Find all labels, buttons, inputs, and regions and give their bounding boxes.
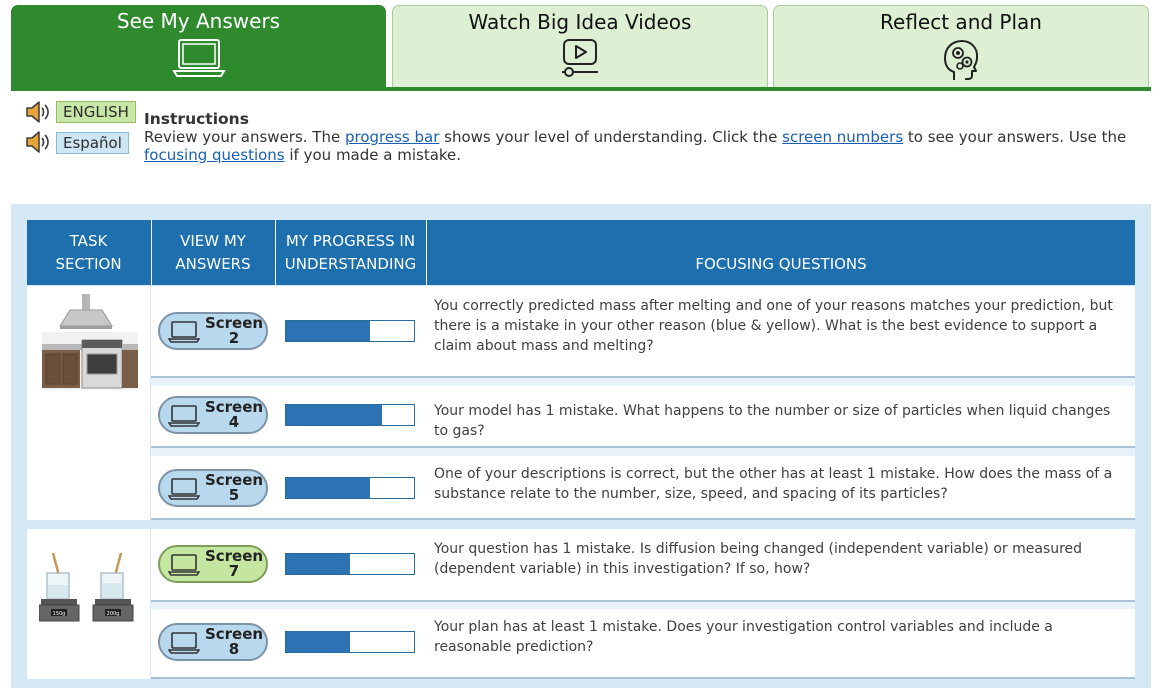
progress-bar [285,477,415,499]
instructions-text: to see your answers. Use the [903,128,1127,146]
laptop-icon [168,478,200,500]
progress-bar [285,320,415,342]
header-text: MY PROGRESS IN [285,232,416,250]
tab-label: Reflect and Plan [880,10,1042,34]
focusing-questions-link[interactable]: focusing questions [144,146,285,164]
progress-fill [286,632,350,652]
header-text: SECTION [55,255,122,273]
screen-label: Screen 2 [204,316,264,346]
table-row: Screen 5 One of your descriptions is corr… [151,456,1135,520]
spanish-button[interactable]: Español [56,132,129,154]
task-section-1: Screen 2 You correctly predicted mass aft… [27,286,1135,520]
scale-label: 150g [53,611,66,617]
screen-number: 8 [228,640,240,658]
tab-label: See My Answers [116,9,281,33]
focusing-question: Your plan has at least 1 mistake. Does y… [434,619,1053,655]
laptop-icon [168,405,200,427]
focusing-question: Your question has 1 mistake. Is diffusio… [434,541,1083,577]
screen-8-button[interactable]: Screen 8 [158,623,268,661]
progress-fill [286,405,382,425]
progress-bar [285,404,415,426]
scale-label: 200g [107,611,120,617]
header-text: TASK [69,232,108,250]
instructions-text: if you made a mistake. [284,146,462,164]
header-text: ANSWERS [175,255,251,273]
screen-label: Screen 5 [204,473,264,503]
table-row: Screen 7 Your question has 1 mistake. Is … [151,529,1135,602]
task-section-2: 150g 200g Screen 7 Your question has 1 mi [27,529,1135,679]
instructions-text: shows your level of understanding. Click… [439,128,783,146]
laptop-icon [168,321,200,343]
task-image-cell: 150g 200g [27,529,151,679]
progress-fill [286,554,350,574]
instructions-text: Review your answers. The [144,128,345,146]
tab-watch-big-idea-videos[interactable]: Watch Big Idea Videos [392,5,768,87]
english-button[interactable]: ENGLISH [56,101,136,123]
tab-see-my-answers[interactable]: See My Answers [11,5,386,87]
laptop-icon [168,632,200,654]
header-text: UNDERSTANDING [284,255,417,273]
screen-number: 4 [228,413,240,431]
screen-2-button[interactable]: Screen 2 [158,312,268,350]
laptop-icon [168,554,200,576]
screen-4-button[interactable]: Screen 4 [158,396,268,434]
progress-bar [285,553,415,575]
progress-bar [285,631,415,653]
laptop-icon [171,39,226,77]
table-row: Screen 2 You correctly predicted mass aft… [151,286,1135,378]
header-my-progress: MY PROGRESS IN UNDERSTANDING [275,220,425,285]
table-header: TASK SECTION VIEW MY ANSWERS MY PROGRESS… [27,220,1135,285]
speaker-icon[interactable] [24,130,52,154]
tab-label: Watch Big Idea Videos [468,10,692,34]
tab-bar: See My Answers Watch Big Idea Videos Ref… [11,5,1151,91]
screen-number: 5 [228,486,240,504]
header-focusing-questions: FOCUSING QUESTIONS [426,220,1135,285]
answers-panel: TASK SECTION VIEW MY ANSWERS MY PROGRESS… [11,204,1151,688]
screen-numbers-link[interactable]: screen numbers [782,128,903,146]
beakers-on-scales-icon: 150g 200g [39,552,134,622]
screen-label: Screen 8 [204,627,264,657]
screen-5-button[interactable]: Screen 5 [158,469,268,507]
header-view-my-answers: VIEW MY ANSWERS [151,220,274,285]
progress-fill [286,321,371,341]
screen-number: 7 [228,562,240,580]
focusing-question: Your model has 1 mistake. What happens t… [434,403,1111,439]
focusing-question: One of your descriptions is correct, but… [434,466,1113,502]
kitchen-stove-icon [42,294,138,390]
tab-reflect-and-plan[interactable]: Reflect and Plan [773,5,1149,87]
screen-number: 2 [228,329,240,347]
speaker-icon[interactable] [24,100,52,124]
progress-bar-link[interactable]: progress bar [345,128,439,146]
tab-underline [11,87,1151,91]
instructions: Instructions Review your answers. The pr… [144,110,1134,164]
header-task-section: TASK SECTION [27,220,150,285]
video-play-icon [562,39,598,77]
header-text: VIEW MY [180,232,246,250]
focusing-question: You correctly predicted mass after melti… [434,298,1113,354]
progress-fill [286,478,371,498]
table-row: Screen 4 Your model has 1 mistake. What h… [151,386,1135,448]
table-row: Screen 8 Your plan has at least 1 mistake… [151,609,1135,679]
task-image-cell [27,286,151,520]
screen-label: Screen 4 [204,400,264,430]
instructions-title: Instructions [144,110,249,128]
screen-7-button[interactable]: Screen 7 [158,545,268,583]
screen-label: Screen 7 [204,549,264,579]
head-gears-icon [944,40,979,80]
